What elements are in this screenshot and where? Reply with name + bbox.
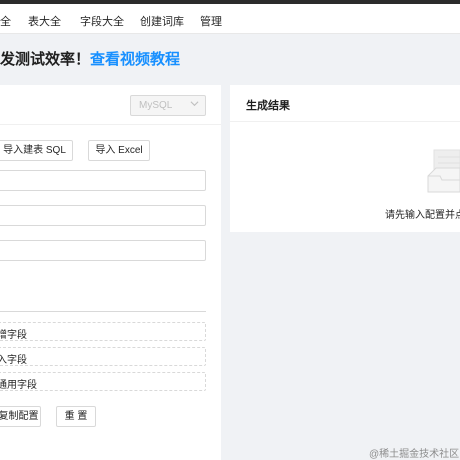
result-title: 生成结果 <box>246 100 290 112</box>
video-tutorial-link[interactable]: 查看视频教程 <box>90 51 180 68</box>
database-type-select[interactable]: MySQL <box>130 95 206 116</box>
import-field-label: 入字段 <box>0 355 27 366</box>
config-panel-divider <box>0 124 221 125</box>
empty-inbox-icon <box>427 149 460 193</box>
import-field-button[interactable]: 入字段 <box>0 347 206 366</box>
chevron-down-icon <box>190 99 199 111</box>
section-separator <box>0 311 206 312</box>
common-field-label: 通用字段 <box>0 380 37 391</box>
nav-item-dictionary[interactable]: 创建词库 <box>140 13 184 29</box>
database-type-value: MySQL <box>139 100 173 111</box>
top-navigation: 全 表大全 字段大全 创建词库 管理 <box>0 4 460 34</box>
table-extra-input[interactable] <box>0 240 206 261</box>
watermark: @稀土掘金技术社区 <box>369 449 460 460</box>
nav-item-admin[interactable]: 管理 <box>200 13 222 29</box>
common-field-button[interactable]: 通用字段 <box>0 372 206 391</box>
nav-item-tables[interactable]: 表大全 <box>28 13 61 29</box>
add-field-button[interactable]: 增字段 <box>0 322 206 341</box>
import-excel-button[interactable]: 导入 Excel <box>88 140 150 161</box>
table-comment-input[interactable] <box>0 205 206 226</box>
import-sql-button[interactable]: 导入建表 SQL <box>0 140 73 161</box>
banner-text: 发测试效率！ <box>0 51 91 68</box>
reset-button[interactable]: 重 置 <box>56 406 96 427</box>
table-name-input[interactable] <box>0 170 206 191</box>
page-banner: 发测试效率！查看视频教程 <box>0 48 180 69</box>
result-panel-divider <box>230 121 460 122</box>
add-field-label: 增字段 <box>0 330 27 341</box>
nav-item-home[interactable]: 全 <box>0 13 11 29</box>
nav-item-fields[interactable]: 字段大全 <box>80 13 124 29</box>
copy-config-button[interactable]: 复制配置 <box>0 406 41 427</box>
empty-result-text: 请先输入配置并点击 <box>385 210 460 221</box>
